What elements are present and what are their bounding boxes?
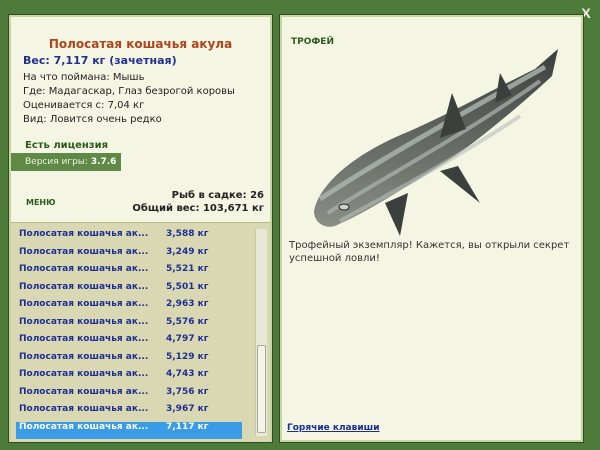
- scrollbar-thumb[interactable]: [257, 345, 266, 433]
- license-status: Есть лицензия: [25, 140, 109, 151]
- catch-list-row[interactable]: Полосатая кошачья ак... 5,129 кг: [16, 352, 242, 370]
- net-count: Рыб в садке: 26: [171, 190, 264, 201]
- catch-row-weight: 4,743 кг: [166, 369, 209, 379]
- catch-row-name: Полосатая кошачья ак...: [19, 316, 149, 327]
- catch-list-row[interactable]: Полосатая кошачья ак... 3,588 кг: [16, 229, 242, 247]
- catch-list-row[interactable]: Полосатая кошачья ак... 3,756 кг: [16, 387, 242, 405]
- version-number: 3.7.6: [90, 157, 117, 167]
- shark-image: [314, 49, 558, 236]
- fish-title: Полосатая кошачья акула: [48, 37, 233, 51]
- catch-row-weight: 5,129 кг: [166, 351, 209, 362]
- bait-info: На что поймана: Мышь: [23, 72, 145, 83]
- catch-row-weight: 3,756 кг: [166, 386, 209, 397]
- catch-list-row[interactable]: Полосатая кошачья ак... 5,576 кг: [16, 317, 242, 335]
- catch-list-row[interactable]: Полосатая кошачья ак... 7,117 кг: [16, 421, 242, 439]
- catch-list-row[interactable]: Полосатая кошачья ак... 3,249 кг: [16, 247, 242, 265]
- catch-rows: Полосатая кошачья ак... 3,588 кг Полосатая…: [16, 229, 242, 439]
- catch-info-panel: Полосатая кошачья акула Вес: 7,117 кг (з…: [8, 14, 273, 443]
- catch-list-row[interactable]: Полосатая кошачья ак... 2,963 кг: [16, 299, 242, 317]
- catch-row-name: Полосатая кошачья ак...: [19, 264, 149, 274]
- catch-row-weight: 3,588 кг: [166, 229, 209, 239]
- catch-row-weight: 2,963 кг: [166, 299, 209, 309]
- catch-row-weight: 5,501 кг: [166, 281, 209, 292]
- catch-row-name: Полосатая кошачья ак...: [19, 334, 149, 344]
- version-label: Версия игры:: [25, 157, 88, 167]
- catch-list-row[interactable]: Полосатая кошачья ак... 4,743 кг: [16, 369, 242, 387]
- catch-row-weight: 7,117 кг: [166, 421, 209, 432]
- trophy-panel: ТРОФЕЙ Трофейный экземпляр! Кажется, вы …: [279, 14, 584, 443]
- catch-row-weight: 5,576 кг: [166, 316, 209, 327]
- catch-row-name: Полосатая кошачья ак...: [19, 299, 149, 309]
- catch-row-name: Полосатая кошачья ак...: [19, 229, 149, 239]
- catch-row-weight: 3,967 кг: [166, 404, 209, 414]
- catch-row-weight: 3,249 кг: [166, 246, 209, 257]
- rarity-info: Вид: Ловится очень редко: [23, 114, 162, 125]
- catch-list-row[interactable]: Полосатая кошачья ак... 5,521 кг: [16, 264, 242, 282]
- catch-row-weight: 4,797 кг: [166, 334, 209, 344]
- value-info: Оценивается с: 7,04 кг: [23, 100, 145, 111]
- catch-list: Полосатая кошачья ак... 3,588 кг Полосатая…: [11, 222, 270, 442]
- menu-button[interactable]: МЕНЮ: [26, 198, 56, 207]
- total-weight: Общий вес: 103,671 кг: [132, 203, 264, 214]
- catch-list-row[interactable]: Полосатая кошачья ак... 5,501 кг: [16, 282, 242, 300]
- catch-list-row[interactable]: Полосатая кошачья ак... 4,797 кг: [16, 334, 242, 352]
- trophy-message: Трофейный экземпляр! Кажется, вы открыли…: [289, 240, 570, 264]
- place-info: Где: Мадагаскар, Глаз безрогой коровы: [23, 86, 235, 97]
- catch-row-name: Полосатая кошачья ак...: [19, 246, 149, 257]
- trophy-label: ТРОФЕЙ: [291, 37, 334, 47]
- catch-row-name: Полосатая кошачья ак...: [19, 281, 149, 292]
- catch-row-name: Полосатая кошачья ак...: [19, 386, 149, 397]
- catch-row-name: Полосатая кошачья ак...: [19, 404, 149, 414]
- version-badge: Версия игры: 3.7.6: [11, 153, 121, 171]
- hotkeys-link[interactable]: Горячие клавиши: [287, 423, 380, 433]
- catch-row-name: Полосатая кошачья ак...: [19, 369, 149, 379]
- catch-row-weight: 5,521 кг: [166, 264, 209, 274]
- list-scrollbar[interactable]: [255, 229, 267, 436]
- catch-row-name: Полосатая кошачья ак...: [19, 351, 149, 362]
- fish-weight: Вес: 7,117 кг (зачетная): [23, 54, 177, 67]
- catch-row-name: Полосатая кошачья ак...: [19, 421, 149, 432]
- catch-list-row[interactable]: Полосатая кошачья ак... 3,967 кг: [16, 404, 242, 422]
